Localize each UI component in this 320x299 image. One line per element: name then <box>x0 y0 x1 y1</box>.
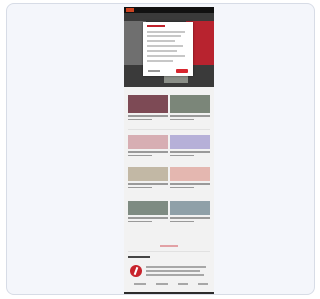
article-thumbnail <box>170 135 210 149</box>
article-row <box>128 201 210 222</box>
article-title-line <box>170 186 194 188</box>
article-title-line <box>128 154 152 156</box>
modal-secondary-link[interactable] <box>148 70 160 72</box>
article-thumbnail <box>170 201 210 215</box>
footer-link[interactable] <box>156 283 168 285</box>
article-title-line <box>128 220 152 222</box>
footer-section-title <box>128 256 150 258</box>
article-card[interactable] <box>170 167 210 188</box>
article-title-line <box>128 115 168 117</box>
article-row <box>128 95 210 120</box>
article-card[interactable] <box>128 135 168 156</box>
modal-text-line <box>147 60 173 62</box>
article-thumbnail <box>128 95 168 113</box>
article-card[interactable] <box>170 95 210 120</box>
article-title-line <box>128 151 168 153</box>
footer-text-line <box>146 266 206 268</box>
article-title-line <box>128 186 152 188</box>
article-title-line <box>170 220 194 222</box>
article-row <box>128 135 210 156</box>
article-title-line <box>128 217 168 219</box>
footer-text-line <box>146 274 204 276</box>
site-logo <box>126 8 134 12</box>
footer-link[interactable] <box>178 283 188 285</box>
top-navigation-bar <box>124 7 214 13</box>
article-title-line <box>170 154 194 156</box>
modal-text-line <box>147 35 181 37</box>
article-thumbnail <box>128 135 168 149</box>
article-title-line <box>170 118 194 120</box>
article-title-line <box>128 183 168 185</box>
article-title-line <box>128 118 152 120</box>
article-title-line <box>170 115 210 117</box>
bottom-bar <box>124 292 214 294</box>
page-thumbnail[interactable] <box>124 7 214 294</box>
modal-title <box>147 25 165 27</box>
article-thumbnail <box>170 95 210 113</box>
modal-text-line <box>147 31 185 33</box>
article-card[interactable] <box>170 135 210 156</box>
article-title-line <box>170 217 210 219</box>
modal-text-line <box>147 45 183 47</box>
modal-accept-button[interactable] <box>176 69 188 73</box>
modal-text-line <box>147 50 177 52</box>
footer-text-line <box>146 270 200 272</box>
article-row <box>128 167 210 188</box>
article-thumbnail <box>170 167 210 181</box>
footer-logo-icon <box>130 265 142 277</box>
footer-link[interactable] <box>198 283 208 285</box>
hero-section <box>124 7 214 87</box>
article-card[interactable] <box>128 95 168 120</box>
section-divider <box>128 129 210 130</box>
article-title-line <box>170 151 210 153</box>
article-thumbnail <box>128 201 168 215</box>
modal-text-line <box>147 55 185 57</box>
load-more-button[interactable] <box>160 245 178 247</box>
footer-link[interactable] <box>134 283 146 285</box>
article-card[interactable] <box>128 201 168 222</box>
article-title-line <box>170 183 210 185</box>
article-thumbnail <box>128 167 168 181</box>
modal-text-line <box>147 40 175 42</box>
article-card[interactable] <box>170 201 210 222</box>
cookie-consent-modal <box>143 22 193 76</box>
section-divider <box>128 251 210 252</box>
preview-card <box>6 3 315 295</box>
article-card[interactable] <box>128 167 168 188</box>
